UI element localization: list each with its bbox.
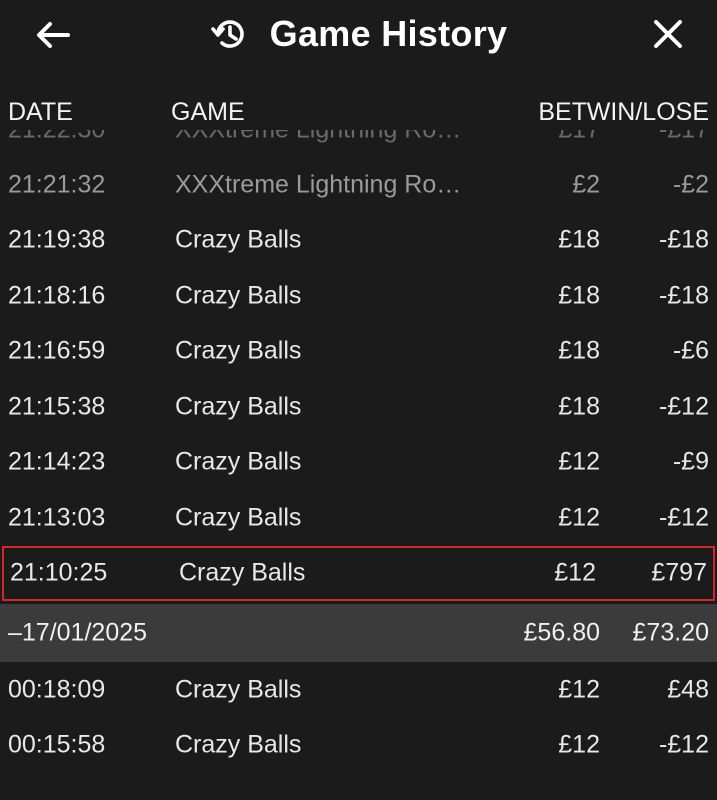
- row-result: -£12: [658, 503, 709, 532]
- column-header-date[interactable]: DATE: [8, 98, 73, 127]
- history-icon: [210, 15, 248, 53]
- row-bet: £12: [554, 558, 596, 587]
- row-game: Crazy Balls: [175, 675, 302, 704]
- day-summary-result-total: £73.20: [632, 618, 709, 647]
- row-game: XXXtreme Lightning Ro…: [175, 170, 462, 199]
- row-result: £48: [667, 675, 709, 704]
- row-time: 00:18:09: [8, 675, 106, 704]
- row-game: Crazy Balls: [175, 225, 302, 254]
- row-result: -£17: [659, 130, 709, 144]
- column-header-win-lose[interactable]: WIN/LOSE: [587, 98, 709, 127]
- row-game: Crazy Balls: [175, 392, 302, 421]
- table-row[interactable]: 21:18:16 Crazy Balls £18 -£18: [0, 268, 717, 324]
- row-time: 21:13:03: [8, 503, 106, 532]
- table-row[interactable]: 21:15:38 Crazy Balls £18 -£12: [0, 379, 717, 435]
- column-header-game[interactable]: GAME: [171, 98, 245, 127]
- row-result: -£9: [672, 447, 709, 476]
- row-game: XXXtreme Lightning Ro…: [175, 130, 461, 144]
- row-time: 00:15:58: [8, 730, 106, 759]
- row-time: 21:18:16: [8, 281, 106, 310]
- row-result: -£18: [658, 225, 709, 254]
- table-row[interactable]: 21:21:32 XXXtreme Lightning Ro… £2 -£2: [0, 157, 717, 213]
- page-title: Game History: [269, 13, 508, 54]
- row-bet: £18: [558, 336, 600, 365]
- day-summary-row[interactable]: –17/01/2025 £56.80 £73.20: [0, 604, 717, 662]
- row-time: 21:19:38: [8, 225, 106, 254]
- header: Game History: [0, 0, 717, 72]
- row-game: Crazy Balls: [179, 558, 306, 587]
- row-game: Crazy Balls: [175, 336, 302, 365]
- row-bet: £2: [572, 170, 600, 199]
- row-bet: £17: [558, 130, 600, 144]
- row-result: -£12: [658, 392, 709, 421]
- row-bet: £12: [558, 675, 600, 704]
- row-result: -£18: [658, 281, 709, 310]
- row-game: Crazy Balls: [175, 730, 302, 759]
- row-result: £797: [651, 558, 707, 587]
- row-game: Crazy Balls: [175, 447, 302, 476]
- history-list[interactable]: 21:22:30 XXXtreme Lightning Ro… £17 -£17…: [0, 130, 717, 800]
- row-time: 21:15:38: [8, 392, 106, 421]
- game-history-screen: Game History DATE GAME BET WIN/LOSE 21:2…: [0, 0, 717, 800]
- row-game: Crazy Balls: [175, 503, 302, 532]
- title-group: Game History: [0, 0, 717, 68]
- row-bet: £18: [558, 281, 600, 310]
- day-summary-date: –17/01/2025: [8, 618, 148, 647]
- table-row[interactable]: 00:18:09 Crazy Balls £12 £48: [0, 662, 717, 718]
- close-icon: [654, 20, 682, 48]
- row-bet: £18: [558, 392, 600, 421]
- row-time: 21:10:25: [10, 558, 108, 587]
- row-bet: £12: [558, 503, 600, 532]
- row-bet: £12: [558, 447, 600, 476]
- table-row[interactable]: 21:22:30 XXXtreme Lightning Ro… £17 -£17: [0, 130, 717, 157]
- column-header-bet[interactable]: BET: [538, 98, 587, 127]
- row-time: 21:16:59: [8, 336, 106, 365]
- row-game: Crazy Balls: [175, 281, 302, 310]
- table-row[interactable]: 00:15:58 Crazy Balls £12 -£12: [0, 718, 717, 774]
- table-row[interactable]: 21:14:23 Crazy Balls £12 -£9: [0, 435, 717, 491]
- row-result: -£6: [672, 336, 709, 365]
- row-time: 21:21:32: [8, 170, 106, 199]
- row-bet: £18: [558, 225, 600, 254]
- table-row[interactable]: 21:16:59 Crazy Balls £18 -£6: [0, 324, 717, 380]
- day-summary-bet-total: £56.80: [523, 618, 600, 647]
- row-time: 21:22:30: [8, 130, 105, 144]
- row-result: -£2: [672, 170, 709, 199]
- table-row-highlighted[interactable]: 21:10:25 Crazy Balls £12 £797: [2, 545, 715, 601]
- row-result: -£12: [658, 730, 709, 759]
- table-row[interactable]: 21:19:38 Crazy Balls £18 -£18: [0, 213, 717, 269]
- row-time: 21:14:23: [8, 447, 106, 476]
- table-row[interactable]: 21:13:03 Crazy Balls £12 -£12: [0, 490, 717, 546]
- close-button[interactable]: [643, 10, 693, 58]
- row-bet: £12: [558, 730, 600, 759]
